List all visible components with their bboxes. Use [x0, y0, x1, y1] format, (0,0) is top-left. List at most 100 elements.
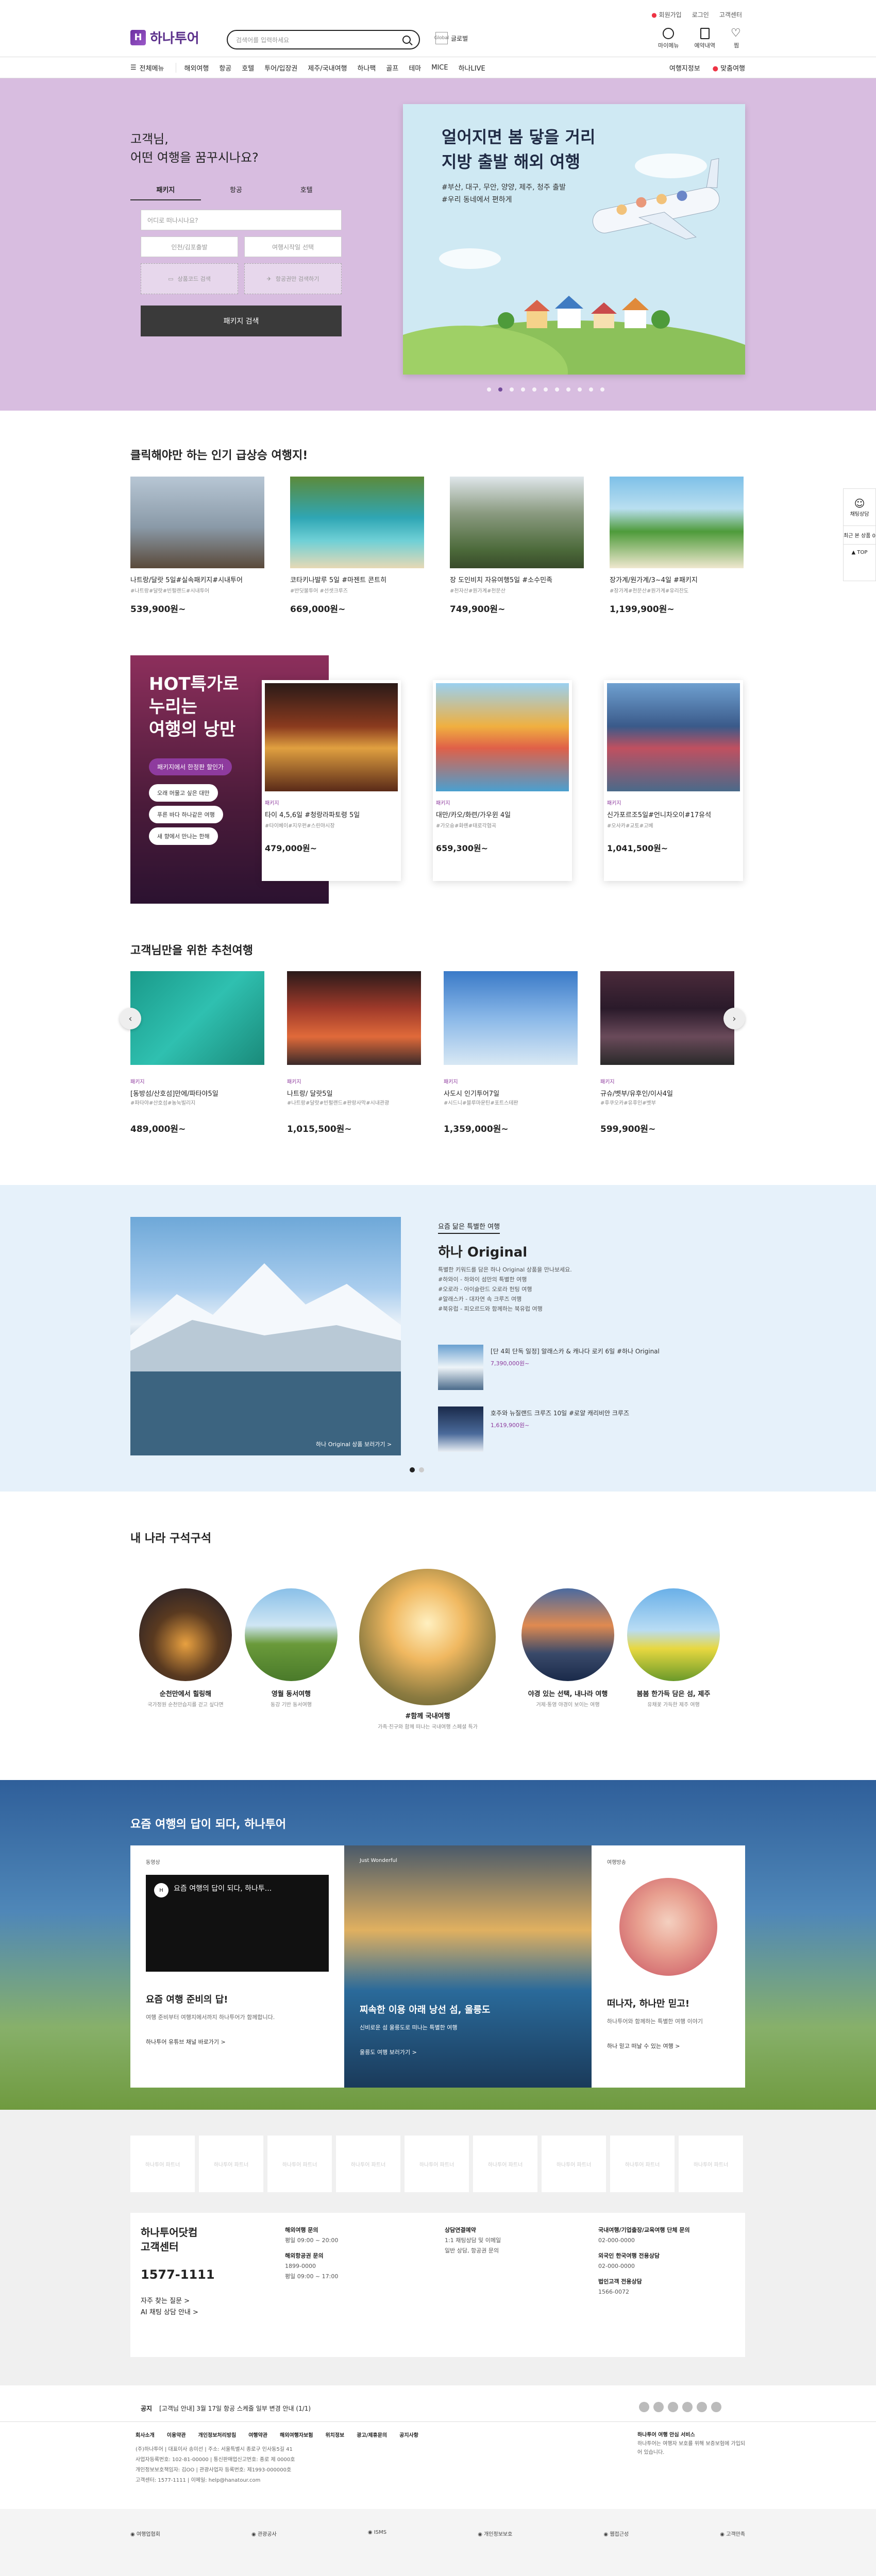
nav-item-hanapack[interactable]: 하나팩 [358, 63, 376, 73]
pagination-dot[interactable] [487, 387, 491, 392]
pagination-dot[interactable] [532, 387, 536, 392]
footer-menu-item[interactable]: 위치정보 [325, 2431, 344, 2438]
story-card-wonderful[interactable]: Just Wonderful 찌속한 이용 아래 낭선 섬, 울릉도 신비로운 … [344, 1845, 592, 2088]
certification-badge[interactable]: ◉ 관광공사 [251, 2530, 277, 2537]
popular-card[interactable]: 장가계/원가계/3~4일 #패키지 #장가계#천문산#원가계#유리잔도 1,19… [610, 477, 744, 615]
carousel-prev-button[interactable]: ‹ [120, 1008, 141, 1029]
hot-deal-pill[interactable]: 새 향에서 만나는 한해 [149, 827, 218, 845]
air-only-option[interactable]: ✈ 항공권만 검색하기 [244, 263, 342, 294]
story-card-link[interactable]: 울릉도 여행 보러가기 > [360, 2048, 576, 2056]
hot-deal-card[interactable]: 패키지 신가포르조5일#언니차오이#17유석 #오사카#교토#고베 1,041,… [604, 680, 743, 881]
departure-select[interactable]: 인천/김포출발 [141, 236, 238, 257]
domestic-item[interactable]: 영월 동서여행 동강 기반 동서여행 [234, 1688, 348, 1709]
footer-menu-item[interactable]: 해외여행자보험 [280, 2431, 313, 2438]
nav-item-live[interactable]: 하나LIVE [459, 63, 485, 73]
nav-item-tour[interactable]: 투어/입장권 [264, 63, 297, 73]
logo[interactable]: H 하나투어 [130, 28, 199, 47]
product-code-option[interactable]: ▭ 상품코드 검색 [141, 263, 238, 294]
footer-menu-item[interactable]: 이용약관 [167, 2431, 186, 2438]
certification-badge[interactable]: ◉ 개인정보보호 [478, 2530, 512, 2537]
search-icon[interactable] [402, 36, 411, 44]
partner-logo[interactable]: 하나투어 파트너 [267, 2136, 332, 2192]
date-select[interactable]: 여행시작일 선택 [244, 236, 342, 257]
certification-badge[interactable]: ◉ 고객만족 [720, 2530, 745, 2537]
pagination-dot[interactable] [544, 387, 548, 392]
popular-card[interactable]: 코타키나발루 5일 #마젠트 콘트히 #반딧불투어 #선셋크루즈 669,000… [290, 477, 424, 615]
popular-card[interactable]: 나트랑/달랏 5일#실속패키지#시내투어 #나트랑#달랏#빈펄랜드#시내투어 5… [130, 477, 264, 615]
pagination-dot[interactable] [555, 387, 559, 392]
story-card-link[interactable]: 하나투어 유튜브 채널 바로가기 > [146, 2038, 329, 2046]
twitter-icon[interactable] [711, 2402, 721, 2412]
hot-deal-card[interactable]: 패키지 타이 4,5,6일 #청랑라파토령 5일 #타이베이#지우펀#스린야시장… [262, 680, 401, 881]
pagination-dot[interactable] [566, 387, 570, 392]
tab-package[interactable]: 패키지 [130, 179, 201, 200]
story-card-video[interactable]: 동영상 H 요즘 여행의 답이 되다, 하나투... 요즘 여행 준비의 답! … [130, 1845, 344, 2088]
kakao-icon[interactable] [697, 2402, 707, 2412]
global-link[interactable]: Global 글로벌 [434, 32, 468, 44]
partner-logo[interactable]: 하나투어 파트너 [610, 2136, 675, 2192]
customer-center-link[interactable]: 고객센터 [719, 10, 742, 19]
certification-badge[interactable]: ◉ 웹접근성 [603, 2530, 629, 2537]
hot-deal-card[interactable]: 패키지 대만/카오/화련/가우윈 4일 #가오슝#화롄#태로각협곡 659,30… [433, 680, 572, 881]
certification-badge[interactable]: ◉ 여행업협회 [130, 2530, 160, 2537]
domestic-image[interactable] [627, 1588, 720, 1681]
footer-menu-item[interactable]: 광고/제휴문의 [357, 2431, 387, 2438]
reservation-link[interactable]: 예약내역 [695, 28, 715, 49]
footer-notice[interactable]: 공지 [고객님 안내] 3월 17일 항공 스케줄 일부 변경 안내 (1/1) [141, 2404, 311, 2413]
faq-link[interactable]: 자주 찾는 질문 > [141, 2295, 190, 2305]
youtube-icon[interactable] [639, 2402, 649, 2412]
nav-item-hotel[interactable]: 호텔 [242, 63, 254, 73]
facebook-icon[interactable] [668, 2402, 678, 2412]
my-menu-link[interactable]: 마이메뉴 [658, 28, 679, 49]
partner-logo[interactable]: 하나투어 파트너 [130, 2136, 195, 2192]
hero-banner[interactable]: 얼어지면 봄 닿을 거리 지방 출발 해외 여행 #부산, 대구, 무안, 양양… [403, 104, 745, 375]
certification-badge[interactable]: ◉ ISMS [368, 2530, 386, 2537]
domestic-item[interactable]: 야경 있는 선택, 내나라 여행 거제·통영 야경이 보이는 여행 [511, 1688, 625, 1709]
recommend-card[interactable]: 패키지 나트랑/ 달랏5일 #나트랑#달랏#빈펄랜드#판랑사막#시내관광 1,0… [287, 971, 421, 1134]
pagination-dot[interactable] [510, 387, 514, 392]
login-link[interactable]: 로그인 [692, 10, 709, 19]
pagination-dot-active[interactable] [498, 387, 502, 392]
nav-custom-travel[interactable]: ● 맞춤여행 [713, 63, 745, 73]
nav-item-domestic[interactable]: 제주/국내여행 [308, 63, 347, 73]
nav-item-mice[interactable]: MICE [431, 64, 448, 72]
all-menu-button[interactable]: ☰ 전체메뉴 [130, 62, 176, 73]
chat-consult-button[interactable]: ☺ 채팅상담 [844, 489, 875, 526]
nav-destination-info[interactable]: 여행지정보 [669, 63, 700, 73]
domestic-image[interactable] [139, 1588, 232, 1681]
domestic-item[interactable]: 봄봄 한가득 담은 섬, 제주 유채꽃 가득한 제주 여행 [617, 1688, 730, 1709]
partner-logo[interactable]: 하나투어 파트너 [336, 2136, 400, 2192]
popular-card[interactable]: 장 도인비치 자유여행5일 #소수민족 #천자산#원가계#천문산 749,900… [450, 477, 584, 615]
pagination-dot[interactable] [600, 387, 604, 392]
nav-item-theme[interactable]: 테마 [409, 63, 421, 73]
partner-logo[interactable]: 하나투어 파트너 [199, 2136, 263, 2192]
destination-input[interactable]: 어디로 떠나시나요? [141, 210, 342, 230]
footer-menu-item[interactable]: 공지사항 [399, 2431, 418, 2438]
carousel-next-button[interactable]: › [723, 1008, 745, 1029]
domestic-item[interactable]: 순천만에서 힐링해 국가정원 순천만습지를 걷고 싶다면 [129, 1688, 242, 1709]
ai-chat-link[interactable]: AI 채팅 상담 안내 > [141, 2307, 198, 2316]
partner-logo[interactable]: 하나투어 파트너 [542, 2136, 606, 2192]
footer-menu-item[interactable]: 회사소개 [136, 2431, 155, 2438]
original-feature-image[interactable]: 하나 Original 상품 보러가기 > [130, 1217, 401, 1455]
wishlist-link[interactable]: ♡ 찜 [731, 28, 742, 49]
nav-item-overseas[interactable]: 해외여행 [184, 63, 209, 73]
recommend-card[interactable]: 패키지 규슈/벳부/유후인/이사4일 #후쿠오카#유후인#벳부 599,900원… [600, 971, 734, 1134]
nav-item-golf[interactable]: 골프 [386, 63, 398, 73]
domestic-image[interactable] [245, 1588, 338, 1681]
domestic-item[interactable]: #함께 국내여행 가족·친구와 함께 떠나는 국내여행 스페셜 특가 [371, 1710, 484, 1731]
top-button[interactable]: ▲ TOP [844, 545, 875, 561]
signup-link[interactable]: ● 회원가입 [651, 10, 681, 19]
partner-logo[interactable]: 하나투어 파트너 [405, 2136, 469, 2192]
recent-products[interactable]: 최근 본 상품 0 [844, 526, 875, 545]
original-product-item[interactable]: 호주와 뉴질랜드 크루즈 10일 #로얄 캐리비안 크루즈 1,619,900원~ [438, 1406, 706, 1452]
tab-hotel[interactable]: 호텔 [271, 179, 342, 200]
original-product-item[interactable]: [단 4회 단독 일정] 알래스카 & 캐나다 로키 6일 #하나 Origin… [438, 1345, 706, 1390]
partner-logo[interactable]: 하나투어 파트너 [473, 2136, 537, 2192]
recommend-card[interactable]: 패키지 [동방섬/산호섬]만에/파타야5일 #파타야#산호섬#농눅빌리지 489… [130, 971, 264, 1134]
recommend-card[interactable]: 패키지 사도시 인기투어7일 #시드니#블루마운틴#포트스테판 1,359,00… [444, 971, 578, 1134]
cs-phone[interactable]: 1577-1111 [141, 2267, 215, 2282]
footer-menu-item[interactable]: 여행약관 [248, 2431, 267, 2438]
partner-logo[interactable]: 하나투어 파트너 [679, 2136, 743, 2192]
story-card-link[interactable]: 하나 믿고 떠날 수 있는 여행 > [607, 2042, 730, 2050]
